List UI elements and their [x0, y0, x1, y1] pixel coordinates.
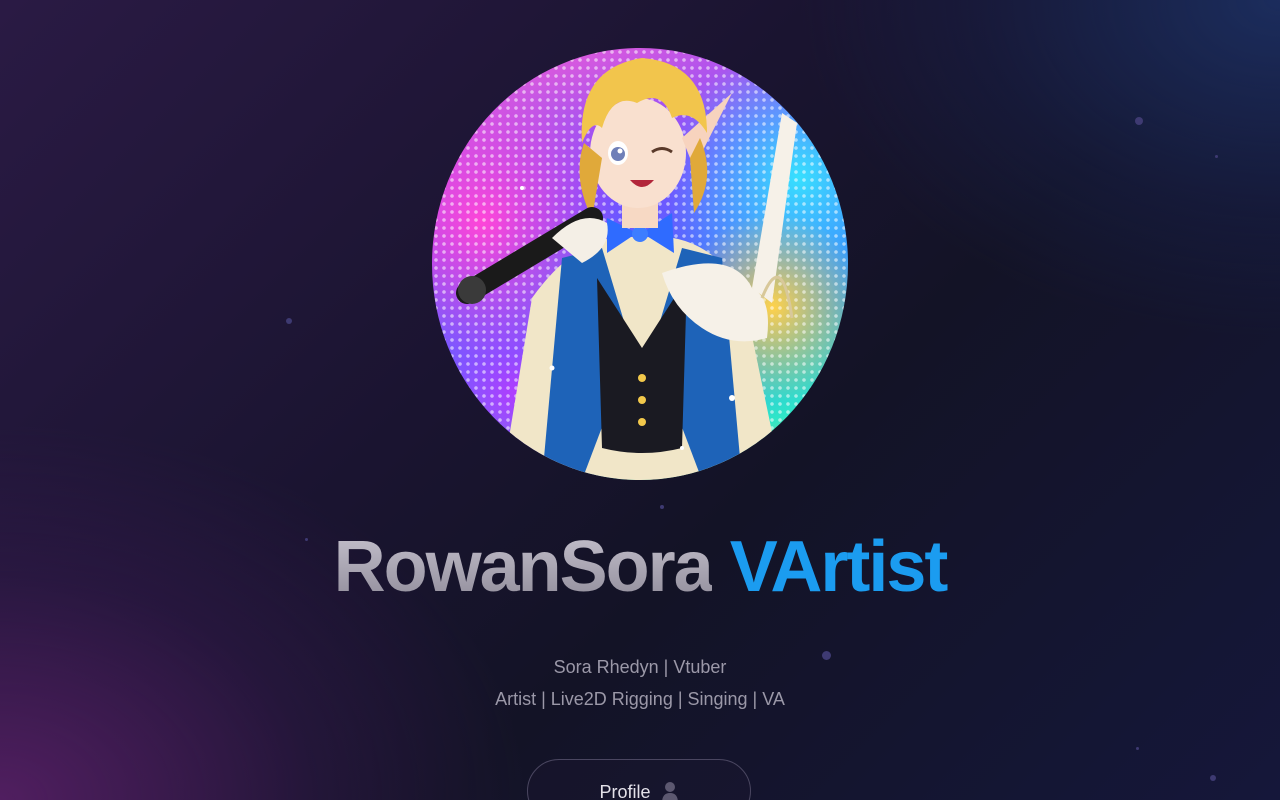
background-particle: [660, 505, 664, 509]
background-particle: [286, 318, 292, 324]
background-particle: [1210, 775, 1216, 781]
subtitle-line-2: Artist | Live2D Rigging | Singing | VA: [495, 689, 785, 709]
title-accent: VArtist: [729, 527, 949, 607]
page-title: RowanSora VArtist: [0, 522, 1280, 612]
background-particle: [1215, 155, 1218, 158]
profile-button-label: Profile: [599, 782, 651, 800]
title-name: RowanSora: [333, 527, 714, 607]
avatar: [432, 48, 848, 480]
profile-button[interactable]: Profile: [527, 759, 751, 800]
subtitle-line-1: Sora Rhedyn | Vtuber: [553, 657, 727, 677]
avatar-character-illustration: [456, 58, 797, 480]
person-icon: [661, 781, 679, 800]
background-particle: [1135, 117, 1143, 125]
background-particle: [1136, 747, 1139, 750]
